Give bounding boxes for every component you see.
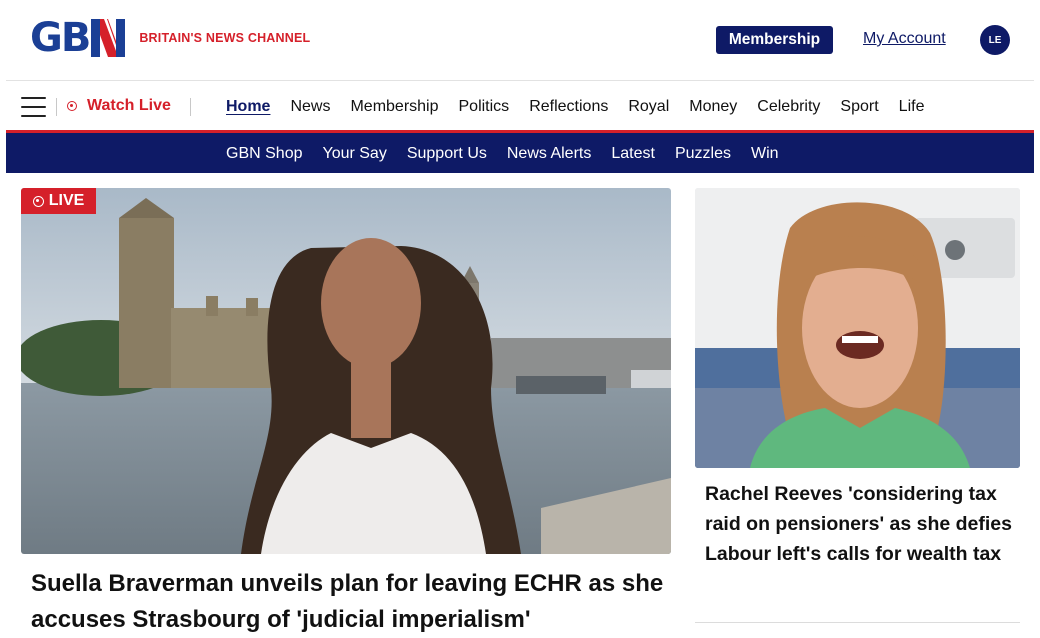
nav-item-home[interactable]: Home — [226, 98, 270, 116]
primary-nav: Watch Live Home News Membership Politics… — [0, 81, 1040, 131]
live-dot-icon — [67, 101, 77, 111]
watch-live-label: Watch Live — [87, 97, 171, 114]
nav-item-support-us[interactable]: Support Us — [407, 145, 487, 163]
logo-gb-letters: GB — [30, 15, 91, 61]
nav-separator — [56, 98, 57, 116]
secondary-nav: GBN Shop Your Say Support Us News Alerts… — [6, 133, 1034, 173]
nav-item-latest[interactable]: Latest — [611, 145, 655, 163]
nav-item-your-say[interactable]: Your Say — [322, 145, 386, 163]
nav-item-politics[interactable]: Politics — [459, 98, 510, 116]
side-story-photo — [695, 188, 1020, 468]
secondary-nav-items: GBN Shop Your Say Support Us News Alerts… — [226, 145, 799, 163]
nav-item-royal[interactable]: Royal — [628, 98, 669, 116]
nav-item-celebrity[interactable]: Celebrity — [757, 98, 820, 116]
main-story-photo — [21, 188, 671, 554]
side-story-image[interactable] — [695, 188, 1020, 468]
nav-item-news-alerts[interactable]: News Alerts — [507, 145, 591, 163]
gbn-logo[interactable]: GB BRITAIN'S NEWS CHANNEL — [30, 18, 310, 58]
live-icon — [32, 195, 44, 207]
avatar[interactable]: LE — [980, 25, 1010, 55]
main-story-image[interactable] — [21, 188, 671, 554]
live-badge-label: LIVE — [48, 192, 85, 209]
hamburger-menu-icon[interactable] — [21, 97, 46, 117]
logo-n-flag-icon — [91, 19, 126, 57]
primary-nav-items: Home News Membership Politics Reflection… — [226, 98, 944, 116]
nav-item-sport[interactable]: Sport — [840, 98, 878, 116]
nav-item-puzzles[interactable]: Puzzles — [675, 145, 731, 163]
nav-item-membership[interactable]: Membership — [350, 98, 438, 116]
nav-item-gbn-shop[interactable]: GBN Shop — [226, 145, 302, 163]
site-header: GB BRITAIN'S NEWS CHANNEL Membership My … — [0, 0, 1040, 80]
logo-mark: GB — [30, 15, 126, 61]
side-story-headline[interactable]: Rachel Reeves 'considering tax raid on p… — [705, 479, 1015, 569]
logo-tagline: BRITAIN'S NEWS CHANNEL — [139, 31, 311, 45]
membership-button[interactable]: Membership — [716, 26, 833, 54]
nav-item-news[interactable]: News — [290, 98, 330, 116]
live-badge: LIVE — [21, 188, 96, 214]
watch-live-link[interactable]: Watch Live — [67, 97, 171, 115]
nav-item-money[interactable]: Money — [689, 98, 737, 116]
nav-item-life[interactable]: Life — [899, 98, 925, 116]
nav-item-reflections[interactable]: Reflections — [529, 98, 608, 116]
main-story-headline[interactable]: Suella Braverman unveils plan for leavin… — [31, 566, 671, 638]
my-account-link[interactable]: My Account — [863, 30, 946, 48]
nav-separator — [190, 98, 191, 116]
nav-item-win[interactable]: Win — [751, 145, 779, 163]
side-story-divider — [695, 622, 1020, 623]
